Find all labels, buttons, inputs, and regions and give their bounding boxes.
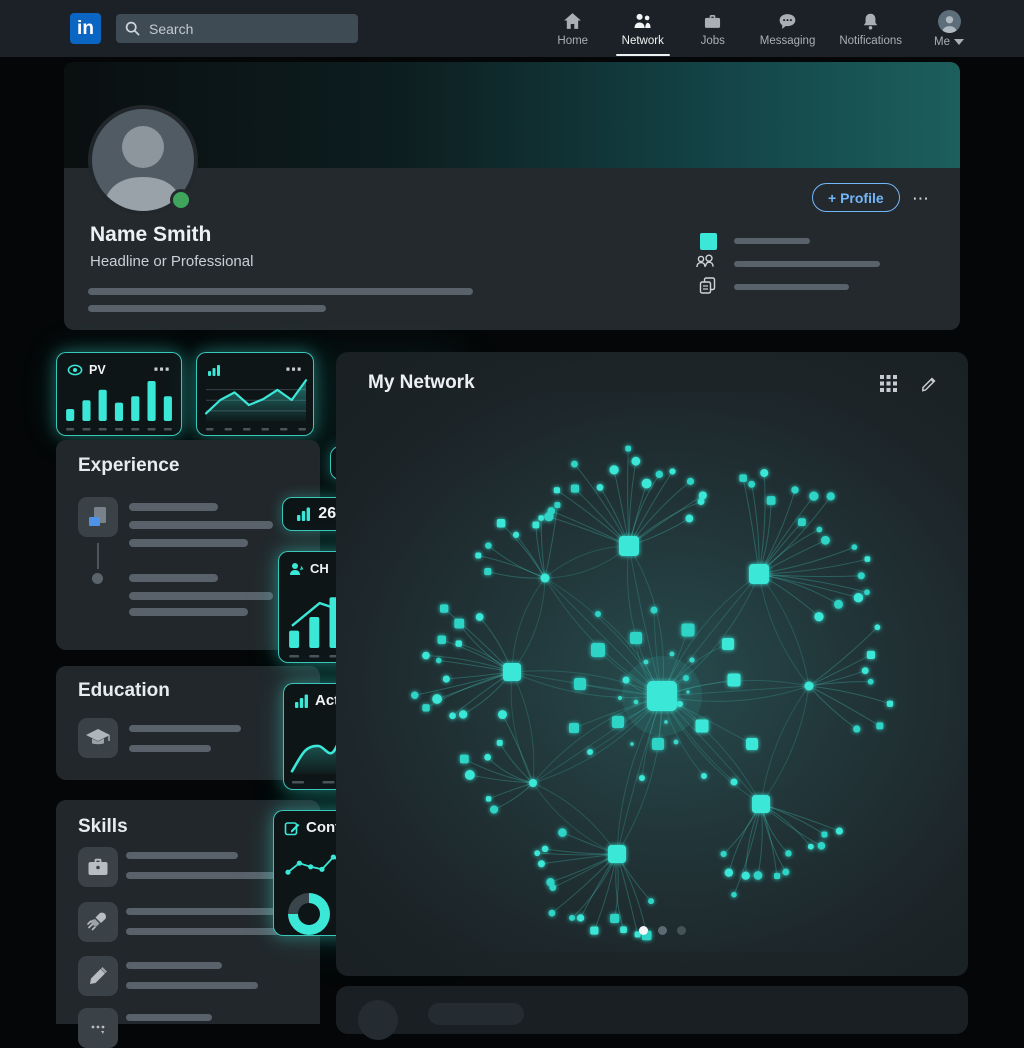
placeholder-bar (129, 521, 273, 529)
placeholder-bar (126, 962, 222, 969)
carousel-dot[interactable] (658, 926, 667, 935)
placeholder-pill (428, 1003, 524, 1025)
nav-label: Notifications (839, 35, 902, 47)
trend-card: ⋯ (196, 352, 314, 436)
company-logo-icon (78, 497, 118, 537)
placeholder-bar (129, 539, 248, 547)
search-input[interactable] (147, 20, 349, 38)
pv-card: PV ⋯ (56, 352, 182, 436)
mini-bars-icon (207, 364, 221, 376)
placeholder-bar (734, 284, 849, 290)
compose-icon (284, 820, 300, 836)
timeline-dot (92, 573, 103, 584)
profile-card: Name Smith Headline or Professional + Pr… (64, 62, 960, 330)
ch-card-title: CH (310, 561, 329, 576)
profile-name: Name Smith (90, 223, 211, 247)
placeholder-bar (88, 305, 326, 312)
search-icon (125, 21, 140, 36)
carousel-dots (639, 926, 686, 935)
placeholder-bar (734, 238, 810, 244)
feed-card-stub (336, 986, 968, 1034)
chat-dots-icon (78, 1008, 118, 1048)
profile-headline: Headline or Professional (90, 253, 253, 270)
donut-chart-1 (288, 893, 330, 935)
briefcase-icon (702, 11, 723, 32)
nav-item-me[interactable]: Me (926, 0, 972, 57)
add-profile-button[interactable]: + Profile (812, 183, 900, 212)
pv-card-menu[interactable]: ⋯ (153, 361, 171, 378)
graduation-cap-icon (78, 718, 118, 758)
network-graph[interactable] (336, 392, 968, 952)
pv-bar-chart (62, 377, 176, 433)
nav-item-network[interactable]: Network (620, 0, 666, 57)
top-nav: in Home Network Jobs (0, 0, 1024, 57)
linkedin-logo[interactable]: in (70, 13, 101, 44)
pv-card-title: PV (89, 363, 106, 377)
person-icon (939, 12, 960, 33)
chevron-down-icon (954, 39, 964, 45)
trend-line-chart (202, 375, 310, 433)
nav-item-notifications[interactable]: Notifications (839, 0, 902, 57)
home-icon (562, 11, 583, 32)
rocket-icon (78, 902, 118, 942)
pages-icon (698, 276, 717, 295)
placeholder-bar (129, 725, 241, 732)
online-status-dot (170, 189, 192, 211)
education-section: Education (56, 666, 320, 780)
nav-item-messaging[interactable]: Messaging (760, 0, 816, 57)
nav-items: Home Network Jobs Messaging (550, 0, 972, 57)
nav-label: Jobs (701, 35, 725, 47)
my-network-panel: My Network (336, 352, 968, 976)
education-title: Education (78, 680, 170, 702)
timeline-line (97, 543, 99, 569)
pencil-icon (78, 956, 118, 996)
nav-item-home[interactable]: Home (550, 0, 596, 57)
bell-icon (860, 11, 881, 32)
search-box[interactable] (116, 14, 358, 43)
accent-square-bullet (700, 233, 717, 250)
placeholder-bar (129, 592, 273, 600)
pencil-icon[interactable] (920, 375, 938, 393)
nav-label: Network (622, 35, 664, 47)
placeholder-bar (734, 261, 880, 267)
placeholder-bar (129, 608, 248, 616)
eye-icon (67, 364, 83, 376)
nav-label: Me (934, 36, 950, 48)
carousel-dot[interactable] (677, 926, 686, 935)
placeholder-bar (126, 872, 284, 879)
placeholder-bar (126, 982, 258, 989)
placeholder-bar (126, 928, 281, 935)
nav-item-jobs[interactable]: Jobs (690, 0, 736, 57)
placeholder-bar (126, 1014, 212, 1021)
me-avatar (938, 10, 961, 33)
skills-title: Skills (78, 816, 128, 838)
experience-title: Experience (78, 455, 179, 477)
profile-overflow-menu[interactable]: ⋯ (912, 190, 930, 207)
placeholder-bar (126, 852, 238, 859)
placeholder-bar (129, 574, 218, 582)
messaging-icon (777, 11, 798, 32)
placeholder-bar (129, 745, 211, 752)
profile-banner (64, 62, 960, 168)
briefcase-icon (78, 847, 118, 887)
placeholder-bar (129, 503, 218, 511)
grid-icon[interactable] (879, 374, 898, 393)
person-plus-icon (289, 562, 304, 576)
mini-bars-icon (294, 694, 309, 708)
people-icon (696, 254, 718, 270)
bar-chart-icon (296, 507, 311, 521)
placeholder-bar (88, 288, 473, 295)
my-network-title: My Network (368, 372, 475, 394)
avatar (358, 1000, 398, 1040)
network-icon (632, 11, 653, 32)
nav-label: Messaging (760, 35, 816, 47)
nav-label: Home (557, 35, 588, 47)
carousel-dot-active[interactable] (639, 926, 648, 935)
